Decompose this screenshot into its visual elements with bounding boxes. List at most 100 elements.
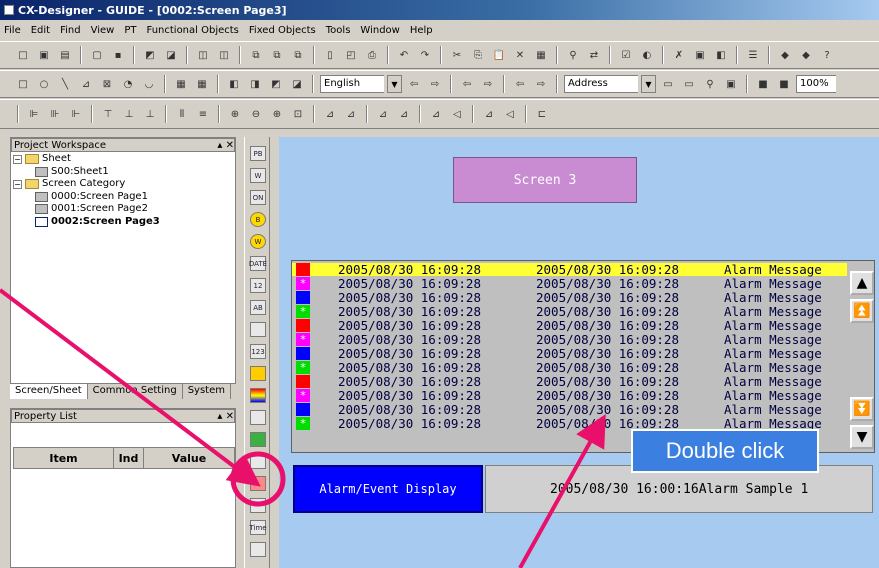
transfer-from-pt-icon[interactable]: ⧉ [289, 46, 307, 64]
menu-pt[interactable]: PT [124, 25, 136, 36]
find-icon[interactable]: ⚲ [564, 46, 582, 64]
address-icon[interactable]: ▭ [659, 75, 677, 93]
page-down-button[interactable]: ⏬ [850, 397, 874, 421]
date-icon[interactable]: DATE [249, 256, 267, 271]
alarm-row[interactable]: * 2005/08/30 16:09:28 2005/08/30 16:09:28 A… [292, 333, 847, 346]
sector-icon[interactable]: ◔ [119, 75, 137, 93]
page-up-button[interactable]: ⏫ [850, 299, 874, 323]
tree-item-screen-page1[interactable]: 0000:Screen Page1 [11, 191, 160, 204]
align-top-icon[interactable]: ⊤ [99, 105, 117, 123]
new-page-icon[interactable]: ▢ [88, 46, 106, 64]
align-bottom-icon[interactable]: ⊥ [141, 105, 159, 123]
redo-icon[interactable]: ↷ [416, 46, 434, 64]
menu-tools[interactable]: Tools [326, 25, 351, 36]
menu-view[interactable]: View [91, 25, 115, 36]
column-value[interactable]: Value [144, 448, 234, 468]
help-icon[interactable]: ? [818, 46, 836, 64]
document-icon[interactable]: ▯ [321, 46, 339, 64]
same-width-icon[interactable]: ⊿ [321, 105, 339, 123]
alarm-row[interactable]: * 2005/08/30 16:09:28 2005/08/30 16:09:28 A… [292, 389, 847, 402]
list-icon[interactable]: ☰ [744, 46, 762, 64]
multi-copy-icon[interactable]: ▦ [532, 46, 550, 64]
simulation-icon[interactable]: ◐ [638, 46, 656, 64]
alarm-row[interactable]: 2005/08/30 16:09:28 2005/08/30 16:09:28 Al… [292, 263, 847, 276]
screen3-button[interactable]: Screen 3 [453, 157, 637, 203]
align-left-icon[interactable]: ⊫ [25, 105, 43, 123]
alarm-row[interactable]: 2005/08/30 16:09:28 2005/08/30 16:09:28 Al… [292, 319, 847, 332]
flip-icon[interactable]: ◁ [448, 105, 466, 123]
label-prev-icon[interactable]: ⇦ [405, 75, 423, 93]
build-icon[interactable]: ◩ [141, 46, 159, 64]
polyline-icon[interactable]: ⊿ [77, 75, 95, 93]
bitmap-icon[interactable] [250, 432, 266, 447]
frame-prev-icon[interactable]: ⇦ [511, 75, 529, 93]
column-item[interactable]: Item [14, 448, 114, 468]
close-icon[interactable]: ▴ ✕ [217, 140, 234, 151]
label-next-icon[interactable]: ⇨ [426, 75, 444, 93]
distribute-v-icon[interactable]: ≡ [194, 105, 212, 123]
tools-icon[interactable]: ✗ [670, 46, 688, 64]
alarm-viewer[interactable]: 2005/08/30 16:09:28 2005/08/30 16:09:28 Al… [291, 260, 875, 453]
trend-graph-icon[interactable] [250, 542, 266, 557]
menu-file[interactable]: File [4, 25, 21, 36]
page-center-icon[interactable]: ⊡ [289, 105, 307, 123]
flip-h-icon[interactable]: ⊿ [480, 105, 498, 123]
data-log-icon[interactable] [250, 498, 266, 513]
tree-item-sheet[interactable]: − Sheet [11, 153, 160, 166]
rotate-icon[interactable]: ⊿ [427, 105, 445, 123]
tab-screen-sheet[interactable]: Screen/Sheet [10, 384, 88, 399]
menu-window[interactable]: Window [360, 25, 399, 36]
frame-next-icon[interactable]: ⇨ [532, 75, 550, 93]
transfer-to-pt-icon[interactable]: ⧉ [268, 46, 286, 64]
analog-meter-icon[interactable] [250, 366, 266, 381]
tab-common-setting[interactable]: Common Setting [88, 384, 183, 399]
tree-item-screen-page3[interactable]: 0002:Screen Page3 [11, 216, 160, 229]
screen-canvas[interactable]: Screen 3 2005/08/30 16:09:28 2005/08/30 1… [279, 137, 879, 568]
grid-icon[interactable]: ▦ [172, 75, 190, 93]
scroll-up-button[interactable]: ▲ [850, 271, 874, 295]
chevron-down-icon[interactable]: ▼ [387, 75, 402, 93]
rectangle-icon[interactable]: □ [14, 75, 32, 93]
csv-export-icon[interactable]: ◫ [215, 46, 233, 64]
arc-icon[interactable]: ◡ [140, 75, 158, 93]
string-display-icon[interactable]: AB [250, 300, 266, 315]
menu-help[interactable]: Help [410, 25, 433, 36]
replace-icon[interactable]: ⇄ [585, 46, 603, 64]
column-ind[interactable]: Ind [114, 448, 144, 468]
polygon-icon[interactable]: ⊠ [98, 75, 116, 93]
alarm-row[interactable]: 2005/08/30 16:09:28 2005/08/30 16:09:28 Al… [292, 375, 847, 388]
output-icon[interactable]: ▣ [691, 46, 709, 64]
ten-key-icon[interactable]: 123 [250, 344, 266, 359]
undo-icon[interactable]: ↶ [395, 46, 413, 64]
distribute-h-icon[interactable]: ⫴ [173, 105, 191, 123]
center-h-icon[interactable]: ⊕ [226, 105, 244, 123]
grid-snap-icon[interactable]: ▦ [193, 75, 211, 93]
menu-edit[interactable]: Edit [31, 25, 50, 36]
print-icon[interactable]: ⎙ [363, 46, 381, 64]
word-button-icon[interactable]: W [250, 168, 266, 183]
open-folder-icon[interactable]: ▣ [35, 46, 53, 64]
help-book2-icon[interactable]: ◆ [797, 46, 815, 64]
ungroup-icon[interactable]: ◪ [288, 75, 306, 93]
same-height-icon[interactable]: ⊿ [342, 105, 360, 123]
flip-v-icon[interactable]: ◁ [501, 105, 519, 123]
collapse-icon[interactable]: − [13, 179, 22, 189]
save-icon[interactable]: ▪ [109, 46, 127, 64]
close-icon[interactable]: ▴ ✕ [217, 411, 234, 422]
bit-lamp-icon[interactable]: B [250, 212, 266, 227]
language-select[interactable]: English [320, 75, 384, 93]
paste-icon[interactable]: 📋 [490, 46, 508, 64]
alarm-row[interactable]: * 2005/08/30 16:09:28 2005/08/30 16:09:28 A… [292, 277, 847, 290]
alarm-row[interactable]: 2005/08/30 16:09:28 2005/08/30 16:09:28 Al… [292, 291, 847, 304]
send-back-icon[interactable]: ◨ [246, 75, 264, 93]
chevron-down-icon[interactable]: ▼ [641, 75, 656, 93]
page-prev-icon[interactable]: ⇦ [458, 75, 476, 93]
align-center-icon[interactable]: ⊪ [46, 105, 64, 123]
same-size2-icon[interactable]: ⊿ [395, 105, 413, 123]
reset-icon[interactable]: ⊏ [533, 105, 551, 123]
print-preview-icon[interactable]: ◰ [342, 46, 360, 64]
tree-item-screen-category[interactable]: − Screen Category [11, 178, 160, 191]
show-frame-icon[interactable]: ▣ [722, 75, 740, 93]
tab-system[interactable]: System [183, 384, 231, 399]
same-size-icon[interactable]: ⊿ [374, 105, 392, 123]
